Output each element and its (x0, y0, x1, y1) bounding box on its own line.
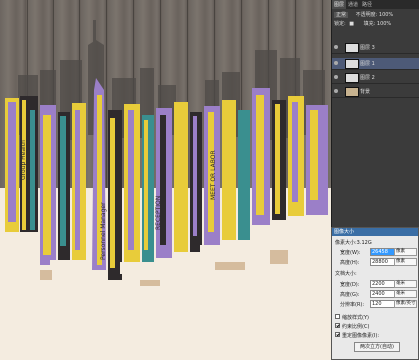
lock-icon[interactable]: ■ (349, 21, 354, 27)
eye-icon[interactable] (334, 75, 338, 79)
doc-width-unit-select[interactable]: 毫米 (394, 280, 417, 288)
fill-value[interactable]: 100% (377, 21, 391, 27)
eye-icon[interactable] (334, 45, 338, 49)
doc-width-field[interactable]: 2200 (370, 280, 395, 288)
tab-paths[interactable]: 路径 (360, 0, 374, 9)
lock-row: 锁定: ■ 填充: 100% (334, 20, 418, 27)
pixel-size-label: 像素大小:3.12G (335, 240, 372, 246)
eye-icon[interactable] (334, 89, 338, 93)
height-label: 高度(H): (340, 260, 360, 266)
doc-size-label: 文档大小: (335, 271, 357, 277)
panel-tabs: 图层 通道 路径 (332, 0, 419, 9)
layer-thumbnail (345, 87, 359, 97)
scale-styles-label: 缩放样式(Y) (342, 315, 369, 321)
blend-row: 正常 不透明度: 100% (334, 11, 418, 18)
opacity-value[interactable]: 100% (379, 12, 393, 18)
resolution-unit-select[interactable]: 像素/英寸 (394, 300, 417, 308)
layer-row[interactable]: 背景 (332, 86, 419, 98)
width-unit-select[interactable]: 像素 (394, 248, 417, 256)
image-size-dialog: 图像大小 像素大小:3.12G 宽度(W): 26458 像素 高度(H): 2… (331, 227, 419, 360)
doc-height-field[interactable]: 2400 (370, 290, 395, 298)
resample-checkbox[interactable] (335, 332, 340, 337)
panel-empty-area (332, 100, 419, 227)
eye-icon[interactable] (334, 61, 338, 65)
resample-method-select[interactable]: 两次立方(自动) (354, 342, 400, 352)
layer-row[interactable]: 图层 2 (332, 72, 419, 84)
tab-channels[interactable]: 通道 (346, 0, 360, 9)
doc-height-unit-select[interactable]: 毫米 (394, 290, 417, 298)
constrain-checkbox[interactable] (335, 323, 340, 328)
svg-text:MEET OR LABOR: MEET OR LABOR (210, 150, 217, 200)
resolution-field[interactable]: 120 (370, 300, 395, 308)
resolution-label: 分辨率(R): (340, 302, 365, 308)
typography-city-skyline: Group Health Personnel Manager RECEPTION… (0, 20, 330, 286)
width-label: 宽度(W): (340, 250, 361, 256)
layer-name: 图层 3 (360, 45, 375, 51)
tab-layers[interactable]: 图层 (332, 0, 347, 9)
blend-mode-select[interactable]: 正常 (334, 12, 349, 18)
doc-height-label: 高度(G): (340, 292, 360, 298)
layer-thumbnail (345, 59, 359, 69)
opacity-label: 不透明度: (355, 12, 378, 18)
svg-text:RECEPTION: RECEPTION (155, 196, 162, 230)
document-canvas[interactable]: Group Health Personnel Manager RECEPTION… (0, 0, 331, 360)
layer-thumbnail (345, 43, 359, 53)
layer-name: 图层 2 (360, 75, 375, 81)
layer-name: 图层 1 (360, 61, 375, 67)
svg-text:Personnel Manager: Personnel Manager (100, 202, 107, 260)
height-field[interactable]: 28800 (370, 258, 395, 266)
height-unit-select[interactable]: 像素 (394, 258, 417, 266)
dialog-title: 图像大小 (332, 228, 418, 236)
layer-name: 背景 (360, 89, 371, 95)
layer-row[interactable]: 图层 3 (332, 42, 419, 54)
scale-styles-checkbox[interactable] (335, 314, 340, 319)
lock-label: 锁定: (334, 21, 346, 27)
layer-row-selected[interactable]: 图层 1 (332, 58, 419, 70)
fill-label: 填充: (363, 21, 376, 27)
svg-text:Group Health: Group Health (20, 140, 27, 180)
resample-label: 重定图像像素(I): (342, 333, 380, 339)
layer-thumbnail (345, 73, 359, 83)
doc-width-label: 宽度(D): (340, 282, 360, 288)
width-field[interactable]: 26458 (370, 248, 395, 256)
constrain-label: 约束比例(C) (342, 324, 370, 330)
